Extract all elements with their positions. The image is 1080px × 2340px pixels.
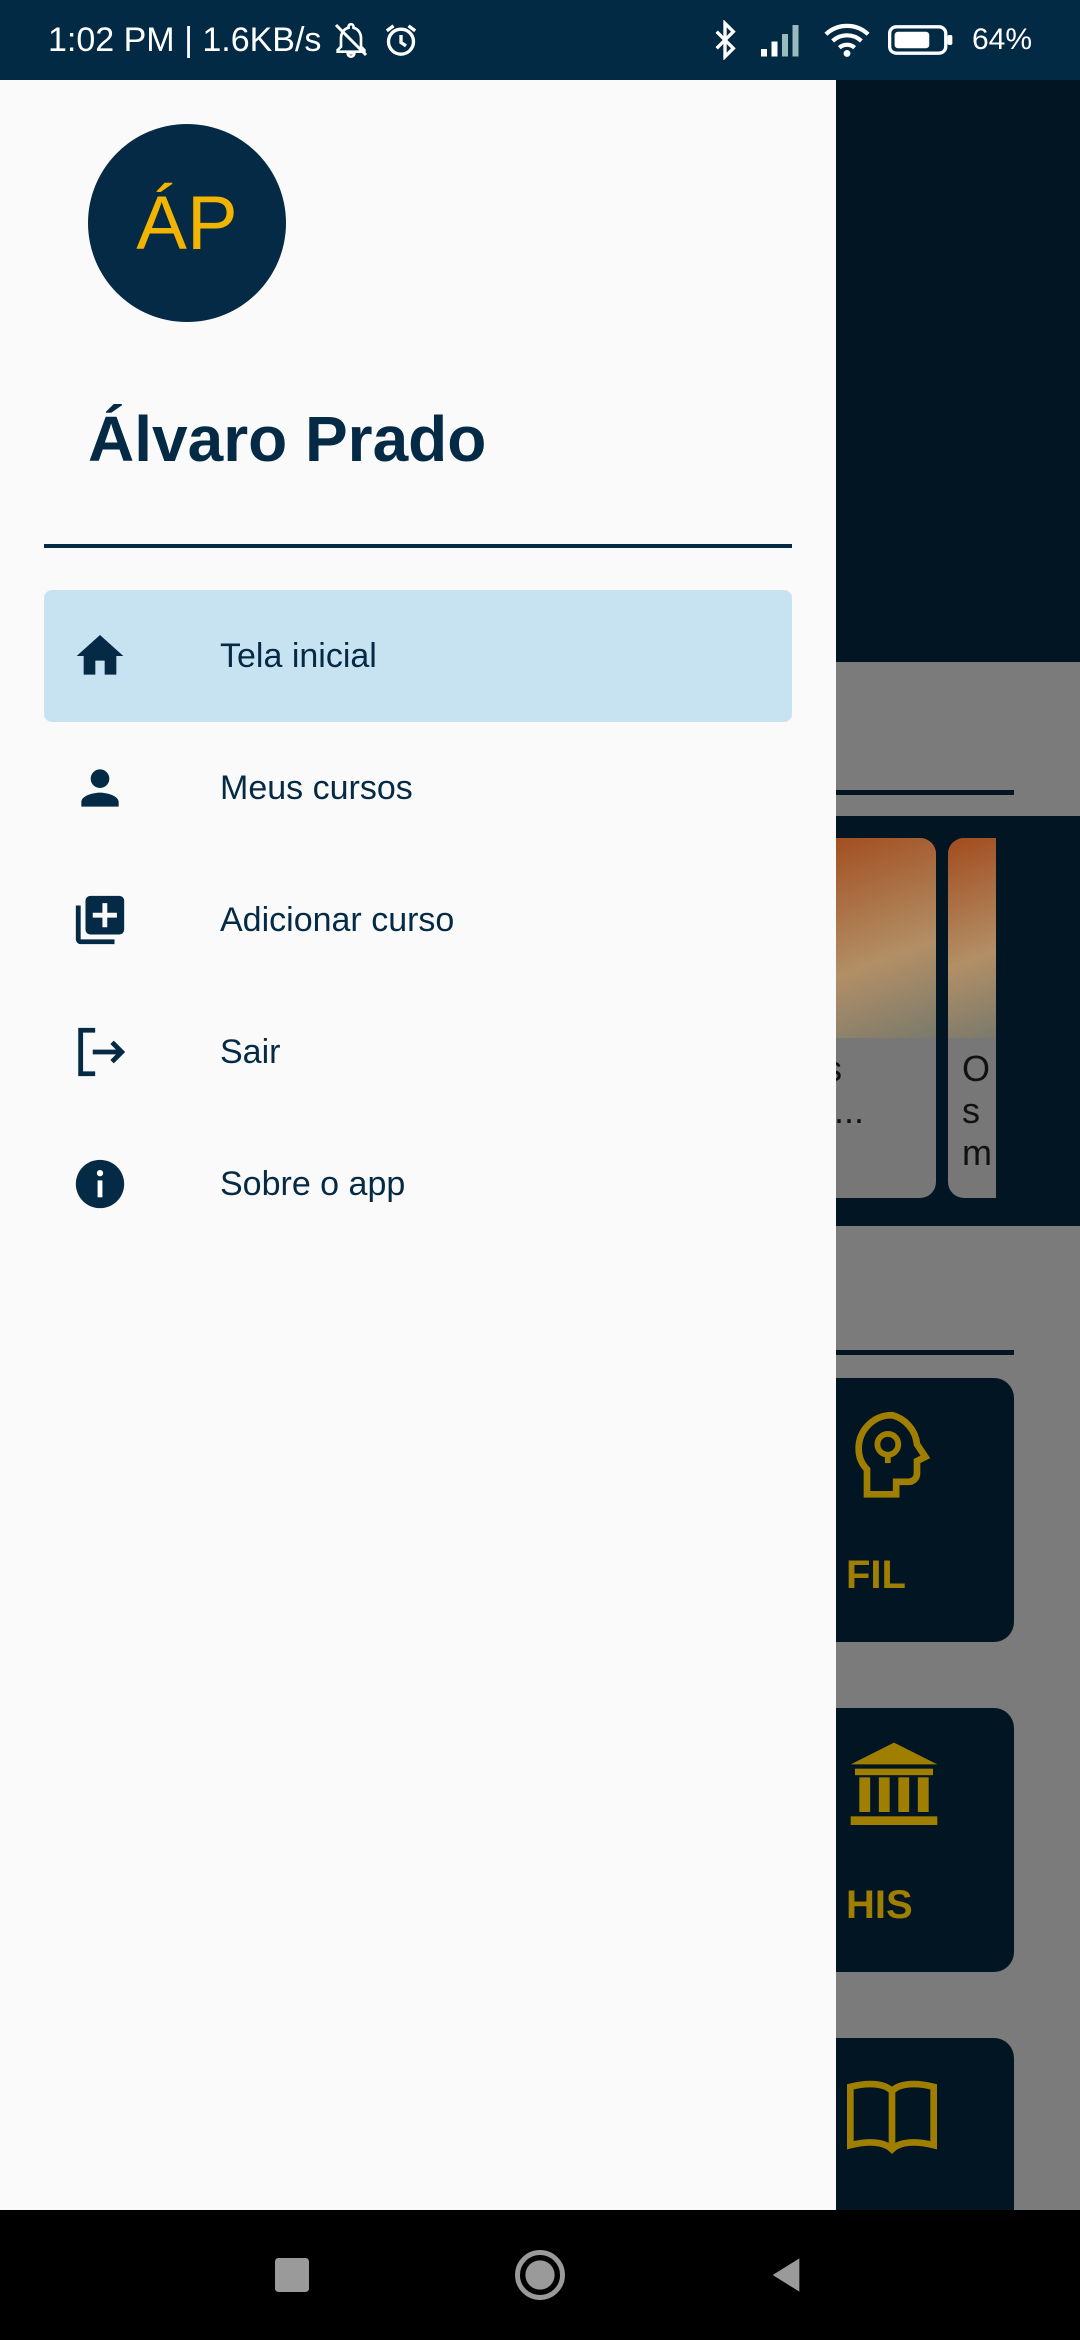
bg-subject-tile: FIL <box>836 1378 1014 1642</box>
signal-icon <box>758 22 806 58</box>
bg-subject-tile: HIS <box>836 1708 1014 1972</box>
info-icon <box>44 1155 156 1213</box>
bg-course-card: O s m <box>948 838 996 1198</box>
museum-icon <box>842 1736 946 1841</box>
menu-item-label: Sair <box>220 1032 281 1071</box>
menu-item-adicionar-curso[interactable]: Adicionar curso <box>44 854 792 986</box>
back-icon[interactable] <box>756 2210 816 2340</box>
status-bar: 1:02 PM | 1.6KB/s 64% <box>0 0 1080 80</box>
library-add-icon <box>44 891 156 949</box>
bluetooth-icon <box>710 20 740 60</box>
menu-item-sair[interactable]: Sair <box>44 986 792 1118</box>
drawer-menu: Tela inicial Meus cursos Adicionar curso… <box>44 590 792 1250</box>
bg-course-text: O s m <box>962 1048 992 1173</box>
bg-divider <box>836 1350 1014 1355</box>
battery-icon <box>887 23 954 57</box>
bg-subject-label: HIS <box>846 1883 913 1927</box>
status-right: 64% <box>710 0 1032 80</box>
bg-subject-tile <box>836 2038 1014 2210</box>
menu-item-sobre-o-app[interactable]: Sobre o app <box>44 1118 792 1250</box>
alarm-icon <box>381 20 421 60</box>
bg-subject-label: FIL <box>846 1553 906 1597</box>
book-icon <box>842 2066 942 2171</box>
navigation-drawer: ÁP Álvaro Prado Tela inicial Meus cursos… <box>0 80 836 2210</box>
drawer-divider <box>44 544 792 548</box>
person-icon <box>44 760 156 816</box>
mute-bell-icon <box>331 20 371 60</box>
user-name: Álvaro Prado <box>88 403 487 475</box>
menu-item-tela-inicial[interactable]: Tela inicial <box>44 590 792 722</box>
bg-divider <box>836 790 1014 795</box>
menu-item-label: Tela inicial <box>220 636 377 675</box>
wifi-icon <box>824 22 870 58</box>
system-nav-bar <box>0 2210 1080 2340</box>
recents-icon[interactable] <box>262 2210 322 2340</box>
bg-course-carousel: s r... O s m › <box>816 816 1080 1226</box>
menu-item-meus-cursos[interactable]: Meus cursos <box>44 722 792 854</box>
menu-item-label: Meus cursos <box>220 768 413 807</box>
menu-item-label: Sobre o app <box>220 1164 406 1203</box>
home-icon <box>44 628 156 684</box>
avatar-initials: ÁP <box>136 180 238 266</box>
status-time-speed: 1:02 PM | 1.6KB/s <box>48 20 322 59</box>
bg-course-thumbnail <box>948 838 996 1038</box>
menu-item-label: Adicionar curso <box>220 900 455 939</box>
status-left: 1:02 PM | 1.6KB/s <box>48 0 421 80</box>
logout-icon <box>44 1023 156 1081</box>
avatar: ÁP <box>88 124 286 322</box>
home-circle-icon[interactable] <box>510 2210 570 2340</box>
head-bulb-icon <box>842 1406 942 1521</box>
bg-header <box>836 80 1080 662</box>
battery-percent: 64% <box>971 23 1032 56</box>
